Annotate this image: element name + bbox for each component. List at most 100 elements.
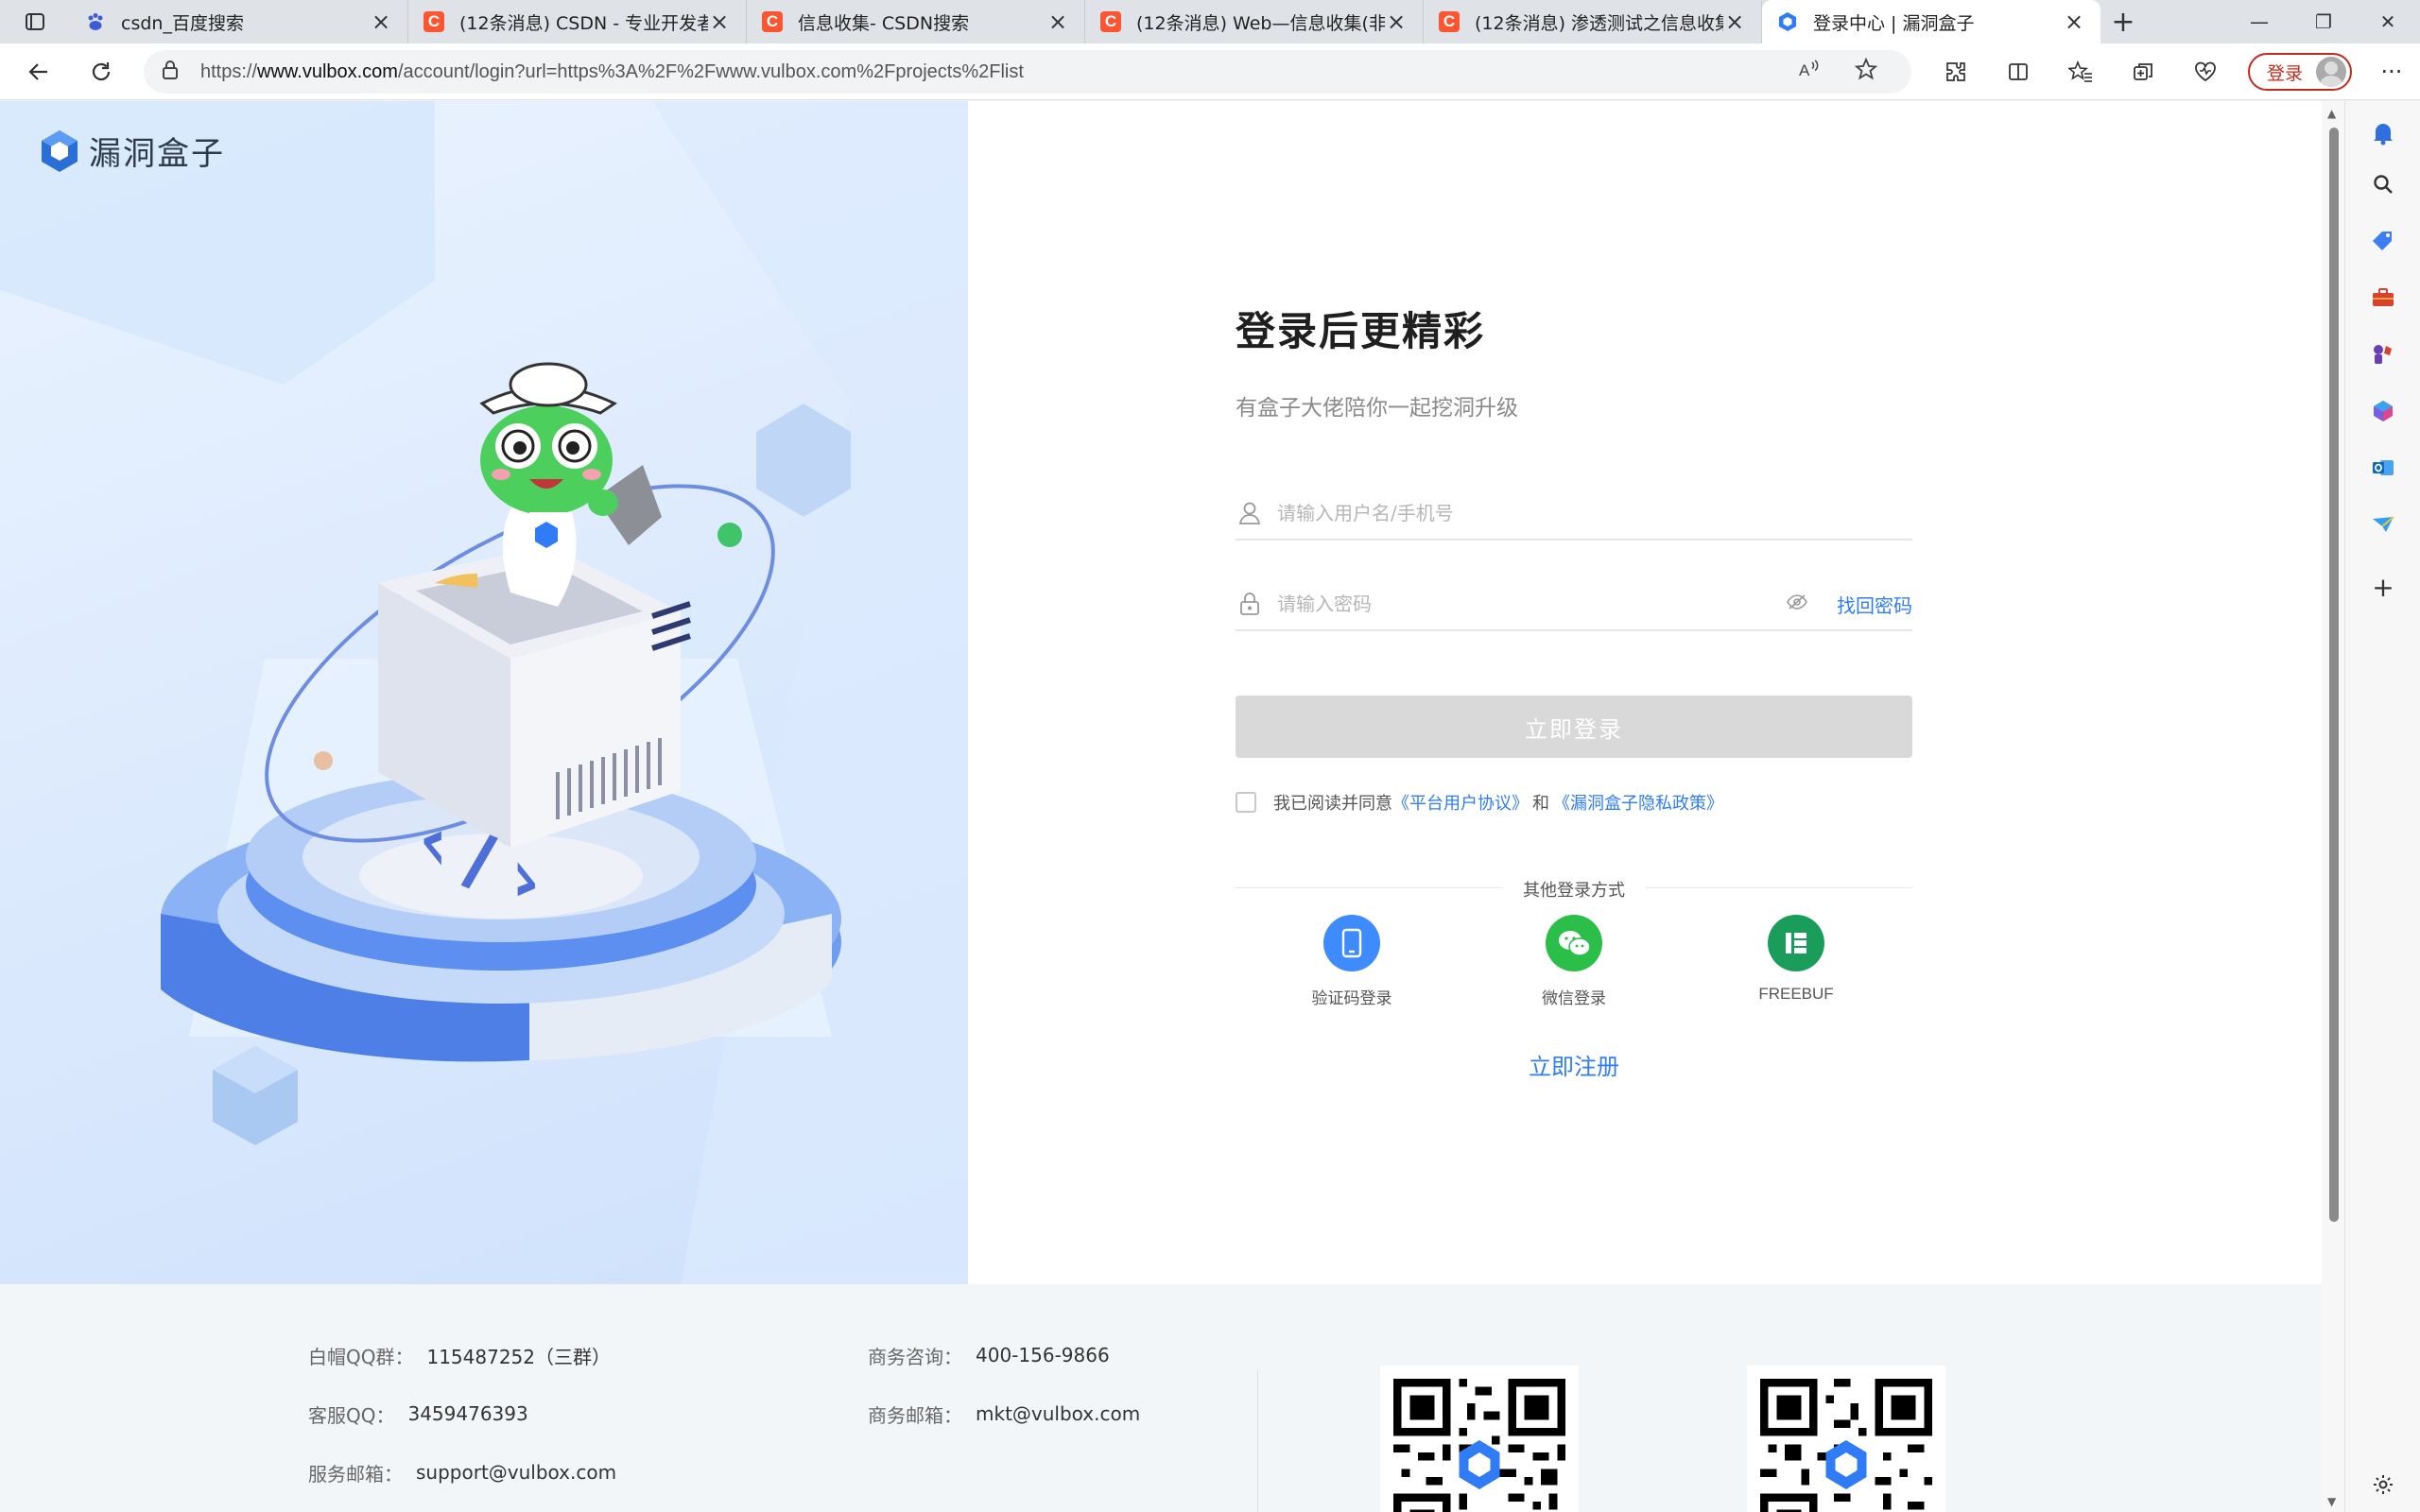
read-aloud-icon[interactable]: A xyxy=(1781,59,1838,85)
agreement-and: 和 xyxy=(1532,794,1549,814)
footer-value: 400-156-9866 xyxy=(976,1344,1110,1366)
tab-close-icon[interactable]: × xyxy=(708,9,731,35)
tab-actions-icon xyxy=(26,13,44,30)
privacy-policy-link[interactable]: 《漏洞盒子隐私政策》 xyxy=(1553,790,1723,815)
forgot-password-link[interactable]: 找回密码 xyxy=(1837,591,1912,618)
mascot-illustration: ‹/› xyxy=(161,362,841,1062)
back-arrow-icon xyxy=(28,62,47,80)
vulbox-logo-icon xyxy=(42,129,78,172)
footer-business-column: 商务咨询： 400-156-9866 商务邮箱： mkt@vulbox.com xyxy=(868,1326,1140,1443)
minimize-icon[interactable]: — xyxy=(2227,0,2291,43)
freebuf-icon xyxy=(1768,915,1824,971)
agreement-prefix: 我已阅读并同意 xyxy=(1273,794,1392,814)
phone-icon xyxy=(1323,915,1380,971)
other-login-methods: 验证码登录 微信登录 FREEBUF xyxy=(1236,915,1912,1008)
extensions-icon[interactable] xyxy=(1925,43,1987,100)
sms-login-label: 验证码登录 xyxy=(1311,989,1392,1007)
hero-panel: 漏洞盒子 ‹/› xyxy=(0,101,968,1284)
page-scrollbar[interactable]: ▲ ▼ xyxy=(2322,101,2344,1512)
tab-close-icon[interactable]: × xyxy=(1385,9,1408,35)
register-link[interactable]: 立即注册 xyxy=(1236,1048,1912,1081)
footer-key: 商务咨询： xyxy=(868,1345,962,1368)
microsoft-365-icon[interactable] xyxy=(2364,392,2402,430)
outlook-icon[interactable] xyxy=(2364,449,2402,487)
add-sidebar-app-icon[interactable]: + xyxy=(2364,568,2402,606)
restore-icon[interactable]: ❐ xyxy=(2291,0,2356,43)
password-input[interactable] xyxy=(1264,580,1778,627)
hide-password-icon[interactable] xyxy=(1778,593,1816,615)
favorite-star-icon[interactable] xyxy=(1838,57,1894,86)
tools-briefcase-icon[interactable] xyxy=(2364,279,2402,317)
new-tab-button[interactable]: + xyxy=(2100,0,2146,43)
tab-title: 信息收集- CSDN搜索 xyxy=(798,12,970,34)
sms-login-button[interactable]: 验证码登录 xyxy=(1309,915,1394,1008)
tab-close-icon[interactable]: × xyxy=(1046,9,1069,35)
qr-code-1 xyxy=(1380,1366,1579,1512)
qr-code-2 xyxy=(1747,1366,1945,1512)
footer-row: 白帽QQ群： 115487252（三群） xyxy=(308,1326,616,1384)
tab-strip: csdn_百度搜索 × C (12条消息) CSDN - 专业开发者社 × C … xyxy=(0,0,2420,43)
footer-value: support@vulbox.com xyxy=(416,1461,617,1484)
refresh-button[interactable] xyxy=(70,43,132,100)
tab-close-icon[interactable]: × xyxy=(370,9,392,35)
password-field: 找回密码 xyxy=(1236,578,1912,631)
tab-close-icon[interactable]: × xyxy=(2063,9,2085,35)
more-menu-icon[interactable]: ··· xyxy=(2363,43,2420,100)
scroll-up-icon[interactable]: ▲ xyxy=(2327,107,2336,120)
tab-csdn-search[interactable]: C 信息收集- CSDN搜索 × xyxy=(747,0,1085,43)
wechat-login-label: 微信登录 xyxy=(1542,989,1606,1007)
address-bar[interactable]: https://www.vulbox.com/account/login?url… xyxy=(144,50,1911,94)
collections-icon[interactable] xyxy=(2112,43,2174,100)
wechat-login-button[interactable]: 微信登录 xyxy=(1531,915,1616,1008)
shopping-tag-icon[interactable] xyxy=(2364,222,2402,260)
profile-signin-button[interactable]: 登录 xyxy=(2248,53,2352,91)
favorites-icon[interactable] xyxy=(2049,43,2112,100)
close-window-icon[interactable]: ✕ xyxy=(2356,0,2420,43)
url-host: www.vulbox.com xyxy=(257,60,398,82)
scrollbar-thumb[interactable] xyxy=(2329,128,2339,1222)
tab-csdn-web[interactable]: C (12条消息) Web—信息收集(非常 × xyxy=(1085,0,1424,43)
send-drop-icon[interactable] xyxy=(2364,506,2402,543)
tab-title: (12条消息) Web—信息收集(非常 xyxy=(1136,12,1385,34)
sidebar-settings-icon[interactable] xyxy=(2364,1466,2402,1503)
svg-text:A: A xyxy=(1799,61,1810,79)
page-content: 漏洞盒子 ‹/› 登录后更精彩 有盒子大佬陪你一起挖洞升级 请输入用户名/手机号… xyxy=(0,101,2322,1512)
games-icon[interactable] xyxy=(2364,335,2402,373)
tab-csdn-pentest[interactable]: C (12条消息) 渗透测试之信息收集 × xyxy=(1424,0,1762,43)
browser-toolbar: https://www.vulbox.com/account/login?url… xyxy=(0,43,2420,100)
footer-row: 商务咨询： 400-156-9866 xyxy=(868,1326,1140,1384)
baidu-paw-icon xyxy=(85,11,106,32)
csdn-icon: C xyxy=(1439,11,1460,32)
footer: 白帽QQ群： 115487252（三群） 客服QQ： 3459476393 服务… xyxy=(0,1284,2322,1512)
scroll-down-icon[interactable]: ▼ xyxy=(2327,1495,2336,1508)
tab-baidu[interactable]: csdn_百度搜索 × xyxy=(70,0,408,43)
brand-name: 漏洞盒子 xyxy=(89,135,225,173)
tab-vulbox-login[interactable]: 登录中心 | 漏洞盒子 × xyxy=(1762,0,2100,43)
search-icon[interactable] xyxy=(2364,165,2402,203)
footer-value: mkt@vulbox.com xyxy=(976,1402,1141,1425)
tab-close-icon[interactable]: × xyxy=(1723,9,1746,35)
user-agreement-link[interactable]: 《平台用户协议》 xyxy=(1392,790,1529,815)
browser-essentials-icon[interactable] xyxy=(2174,43,2237,100)
footer-row: 服务邮箱： support@vulbox.com xyxy=(308,1443,616,1502)
tab-actions-button[interactable] xyxy=(0,0,70,43)
agreement-row: 我已阅读并同意 《平台用户协议》 和 《漏洞盒子隐私政策》 xyxy=(1236,790,1912,815)
refresh-icon xyxy=(92,61,111,80)
profile-signin-label: 登录 xyxy=(2267,62,2304,84)
freebuf-login-button[interactable]: FREEBUF xyxy=(1754,915,1839,1008)
notification-bell-icon[interactable] xyxy=(2364,114,2402,152)
lock-icon[interactable] xyxy=(161,60,182,85)
brand-logo[interactable]: 漏洞盒子 xyxy=(40,128,225,174)
back-button[interactable] xyxy=(8,43,70,100)
csdn-icon: C xyxy=(424,11,444,32)
tab-title: 登录中心 | 漏洞盒子 xyxy=(1813,12,1975,34)
agreement-checkbox[interactable] xyxy=(1236,792,1256,813)
login-button[interactable]: 立即登录 xyxy=(1236,696,1912,758)
username-input[interactable] xyxy=(1264,490,1912,537)
split-screen-icon[interactable] xyxy=(1987,43,2049,100)
login-panel: 登录后更精彩 有盒子大佬陪你一起挖洞升级 找回密码 立即登录 xyxy=(968,101,2322,1284)
tab-csdn-home[interactable]: C (12条消息) CSDN - 专业开发者社 × xyxy=(408,0,747,43)
url-text[interactable]: https://www.vulbox.com/account/login?url… xyxy=(200,61,1781,83)
footer-row: 商务邮箱： mkt@vulbox.com xyxy=(868,1384,1140,1443)
footer-key: 服务邮箱： xyxy=(308,1462,403,1486)
